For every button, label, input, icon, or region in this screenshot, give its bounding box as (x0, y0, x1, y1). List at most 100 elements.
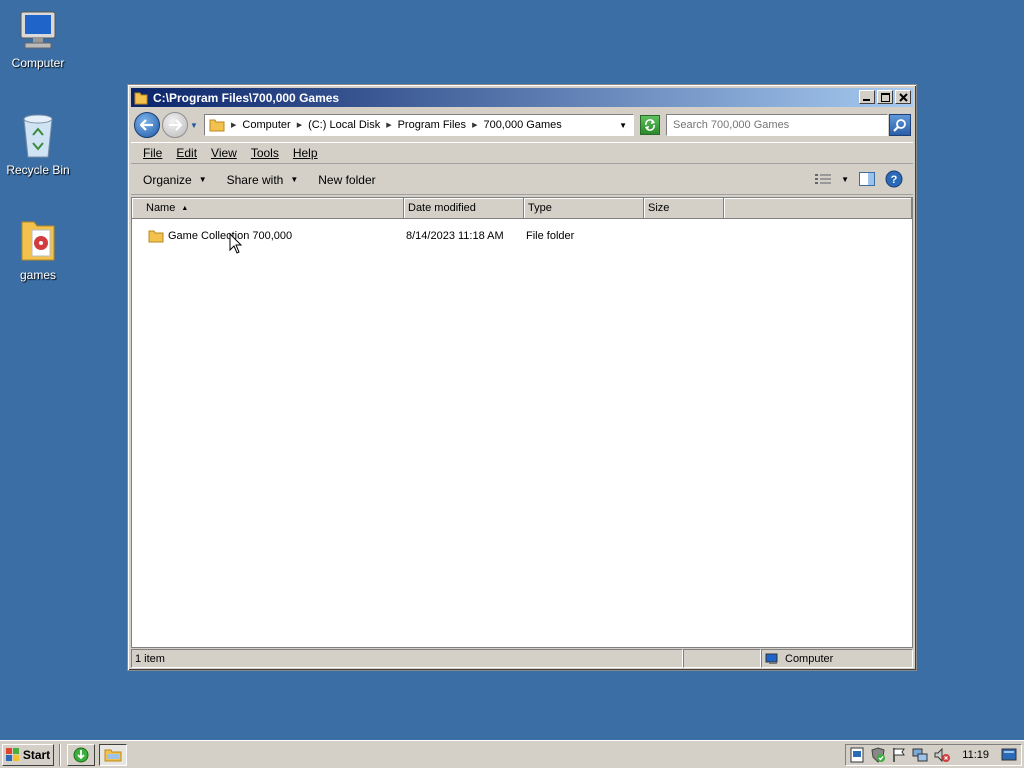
menu-view[interactable]: View (211, 146, 237, 160)
search-input[interactable] (673, 119, 887, 131)
maximize-icon (880, 92, 890, 102)
breadcrumb-separator[interactable]: ▶ (297, 121, 302, 129)
quick-launch-update[interactable] (67, 743, 95, 766)
column-date-label: Date modified (408, 202, 476, 214)
breadcrumb-separator[interactable]: ▶ (386, 121, 391, 129)
menu-view-label: View (211, 146, 237, 160)
mouse-cursor-icon (229, 233, 243, 254)
menu-tools-label: Tools (250, 146, 279, 160)
chevron-down-icon: ▼ (841, 174, 849, 184)
share-with-button[interactable]: Share with ▼ (227, 173, 299, 187)
computer-icon (765, 653, 778, 664)
folder-icon (21, 221, 55, 261)
menu-file-label: File (143, 146, 163, 160)
column-size[interactable]: Size (644, 198, 724, 219)
menu-tools[interactable]: Tools (251, 146, 279, 160)
file-list[interactable]: Name ▲ Date modified Type Size Game Coll… (131, 197, 913, 648)
network-icon[interactable] (912, 747, 928, 763)
taskbar-explorer-window[interactable] (99, 743, 127, 766)
table-row[interactable]: Game Collection 700,000 8/14/2023 11:18 … (132, 225, 912, 247)
security-shield-icon[interactable] (870, 747, 886, 763)
search-icon (893, 119, 906, 132)
minimize-button[interactable] (859, 90, 875, 104)
close-icon (898, 92, 908, 102)
column-name-label: Name (146, 202, 176, 214)
column-date-modified[interactable]: Date modified (404, 198, 524, 219)
status-item-count: 1 item (131, 649, 683, 668)
preview-pane-icon[interactable] (859, 172, 875, 186)
desktop-icon-computer[interactable]: Computer (0, 10, 76, 70)
folder-icon (134, 92, 148, 104)
windows-logo-icon (5, 747, 20, 762)
show-desktop-icon[interactable] (1001, 748, 1017, 762)
column-name[interactable]: Name ▲ (132, 198, 404, 219)
file-date: 8/14/2023 11:18 AM (406, 230, 504, 242)
breadcrumb-separator[interactable]: ▶ (231, 121, 236, 129)
explorer-window: C:\Program Files\700,000 Games ▼ ▶ Compu (127, 84, 917, 671)
status-location: Computer (761, 649, 913, 668)
view-details-icon (815, 174, 832, 184)
close-button[interactable] (895, 90, 911, 104)
desktop-icon-label: Recycle Bin (6, 163, 70, 177)
breadcrumb-local-disk[interactable]: (C:) Local Disk (308, 119, 380, 131)
change-view-button[interactable]: ▼ (815, 173, 849, 185)
volume-muted-icon[interactable] (934, 747, 951, 763)
status-empty (683, 649, 761, 668)
file-name-cell[interactable]: Game Collection 700,000 (132, 229, 402, 243)
recent-pages-dropdown[interactable]: ▼ (190, 121, 200, 130)
menu-file[interactable]: File (143, 146, 162, 160)
column-type[interactable]: Type (524, 198, 644, 219)
computer-icon (20, 11, 56, 49)
menu-bar: File Edit View Tools Help (131, 142, 913, 164)
address-dropdown[interactable]: ▼ (619, 121, 627, 130)
flag-icon[interactable] (892, 747, 906, 763)
help-icon[interactable]: ? (885, 170, 903, 188)
desktop-icon-recycle-bin[interactable]: Recycle Bin (0, 113, 76, 177)
address-bar[interactable]: ▶ Computer ▶ (C:) Local Disk ▶ Program F… (204, 114, 634, 136)
title-bar[interactable]: C:\Program Files\700,000 Games (131, 88, 913, 107)
clock[interactable]: 11:19 (962, 749, 989, 761)
menu-edit[interactable]: Edit (176, 146, 197, 160)
chevron-down-icon: ▼ (198, 175, 207, 184)
new-folder-button[interactable]: New folder (318, 173, 375, 187)
taskbar: Start 11:19 (0, 740, 1024, 768)
document-icon[interactable] (850, 747, 864, 763)
breadcrumb-separator[interactable]: ▶ (472, 121, 477, 129)
sort-ascending-icon: ▲ (181, 204, 189, 212)
search-button[interactable] (889, 114, 911, 136)
menu-help-label: Help (292, 146, 318, 160)
chevron-down-icon: ▼ (290, 175, 299, 184)
refresh-icon (645, 119, 655, 131)
column-filler (724, 198, 912, 219)
column-size-label: Size (648, 202, 670, 214)
arrow-right-icon (169, 119, 182, 131)
column-type-label: Type (528, 202, 552, 214)
minimize-icon (863, 99, 870, 101)
update-icon (73, 747, 89, 762)
forward-button[interactable] (162, 112, 188, 138)
system-tray: 11:19 (845, 744, 1022, 766)
recycle-bin-icon (23, 114, 53, 158)
desktop-icon-games[interactable]: games (0, 216, 76, 282)
status-bar: 1 item Computer (131, 649, 913, 668)
folder-icon (209, 119, 225, 132)
command-bar: Organize ▼ Share with ▼ New folder ▼ ? (131, 165, 913, 195)
status-location-label: Computer (785, 652, 834, 665)
breadcrumb-program-files[interactable]: Program Files (398, 119, 466, 131)
breadcrumb-computer[interactable]: Computer (242, 119, 290, 131)
taskbar-separator (59, 743, 61, 766)
maximize-button[interactable] (877, 90, 893, 104)
chevron-down-icon: ▼ (190, 120, 198, 130)
search-box[interactable] (666, 114, 888, 136)
folder-icon (148, 230, 164, 243)
breadcrumb-700000-games[interactable]: 700,000 Games (483, 119, 561, 131)
window-title: C:\Program Files\700,000 Games (153, 90, 340, 105)
organize-button[interactable]: Organize ▼ (143, 173, 207, 187)
menu-edit-label: Edit (176, 146, 198, 160)
back-button[interactable] (134, 112, 160, 138)
refresh-button[interactable] (640, 115, 660, 135)
start-label: Start (22, 747, 51, 762)
menu-help[interactable]: Help (293, 146, 318, 160)
start-button[interactable]: Start (2, 743, 54, 766)
desktop-icon-label: games (19, 268, 57, 282)
